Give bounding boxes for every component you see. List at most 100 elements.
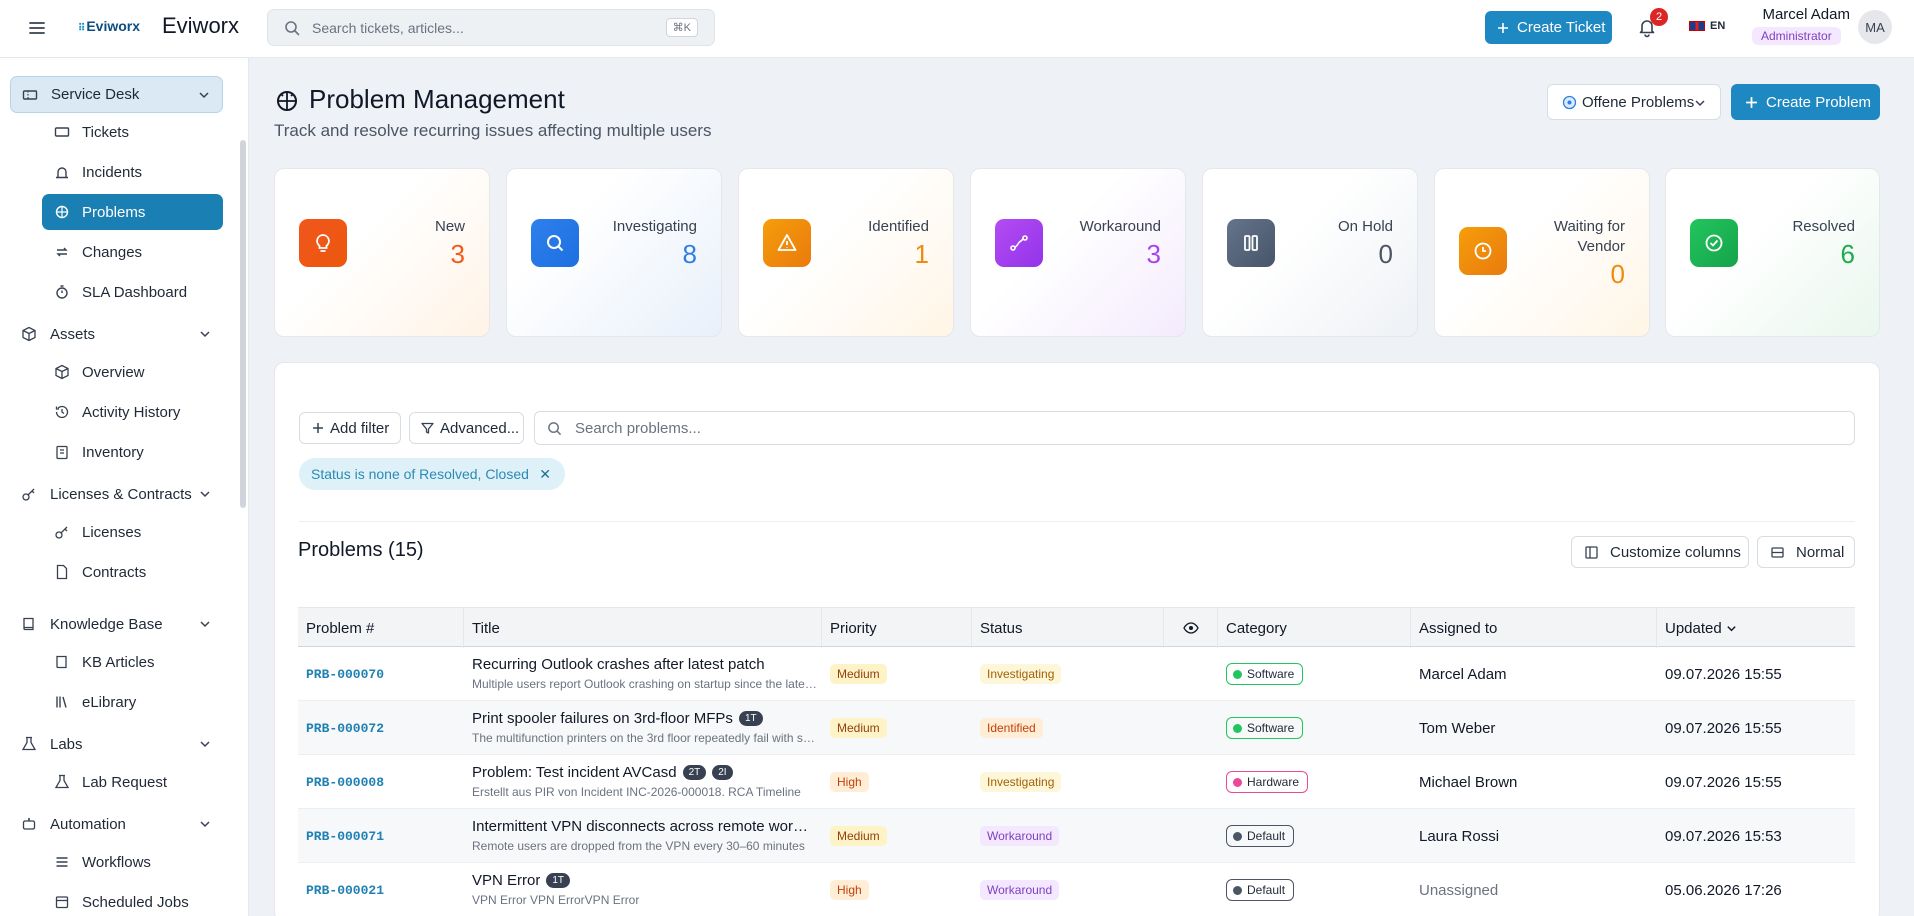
sidebar-section-assets[interactable]: Assets <box>10 316 223 353</box>
table-row[interactable]: PRB-000072 Print spooler failures on 3rd-… <box>298 701 1855 755</box>
document-icon <box>54 564 70 580</box>
sidebar-item-problems[interactable]: Problems <box>42 194 223 230</box>
table-row[interactable]: PRB-000070 Recurring Outlook crashes afte… <box>298 647 1855 701</box>
sidebar-item-kb-articles[interactable]: KB Articles <box>42 644 223 680</box>
sidebar-section-licenses-contracts[interactable]: Licenses & Contracts <box>10 476 223 513</box>
chevron-down-icon <box>1694 97 1706 109</box>
problem-title[interactable]: Recurring Outlook crashes after latest p… <box>472 656 765 673</box>
problem-number-link[interactable]: PRB-000021 <box>306 883 384 898</box>
stat-card-investigating[interactable]: Investigating 8 <box>506 168 722 337</box>
sidebar-item-activity-history[interactable]: Activity History <box>42 394 223 430</box>
problem-number-link[interactable]: PRB-000071 <box>306 829 384 844</box>
active-filter-chip[interactable]: Status is none of Resolved, Closed ✕ <box>299 458 565 490</box>
stat-card-new[interactable]: New 3 <box>274 168 490 337</box>
brand-logo[interactable]: ⠿ Eviworx <box>78 18 140 34</box>
ticket-icon <box>22 87 38 103</box>
column-header-number[interactable]: Problem # <box>298 608 464 648</box>
bot-icon <box>21 816 37 832</box>
sidebar-item-lab-request[interactable]: Lab Request <box>42 764 223 800</box>
sidebar-section-service-desk[interactable]: Service Desk <box>10 76 223 113</box>
assignee: Marcel Adam <box>1419 665 1507 683</box>
view-dropdown[interactable]: Offene Problems <box>1547 84 1721 120</box>
column-header-watch[interactable] <box>1164 608 1218 648</box>
sidebar-item-elibrary[interactable]: eLibrary <box>42 684 223 720</box>
avatar[interactable]: MA <box>1858 10 1892 44</box>
problem-number-link[interactable]: PRB-000008 <box>306 775 384 790</box>
sidebar-item-scheduled-jobs[interactable]: Scheduled Jobs <box>42 884 223 916</box>
search-icon <box>547 421 562 436</box>
customize-columns-button[interactable]: Customize columns <box>1571 536 1749 568</box>
sidebar-item-inventory[interactable]: Inventory <box>42 434 223 470</box>
chevron-down-icon <box>199 818 211 830</box>
warning-icon <box>763 219 811 267</box>
problem-title[interactable]: Print spooler failures on 3rd-floor MFPs… <box>472 710 763 727</box>
history-icon <box>54 404 70 420</box>
assignee: Michael Brown <box>1419 773 1518 791</box>
column-header-category[interactable]: Category <box>1218 608 1411 648</box>
problem-title[interactable]: Problem: Test incident AVCasd 2T 2I <box>472 764 733 781</box>
sidebar-item-workflows[interactable]: Workflows <box>42 844 223 880</box>
sidebar-section-labs[interactable]: Labs <box>10 726 223 763</box>
flask-icon <box>54 774 70 790</box>
updated-timestamp: 09.07.2026 15:53 <box>1665 827 1782 845</box>
status-badge: Workaround <box>980 826 1060 846</box>
stat-card-identified[interactable]: Identified 1 <box>738 168 954 337</box>
global-search[interactable]: Search tickets, articles... ⌘K <box>267 9 715 46</box>
search-icon <box>531 219 579 267</box>
create-problem-button[interactable]: Create Problem <box>1731 84 1880 120</box>
columns-icon <box>1585 545 1598 559</box>
stat-card-on-hold[interactable]: On Hold 0 <box>1202 168 1418 337</box>
sidebar-section-knowledge-base[interactable]: Knowledge Base <box>10 606 223 643</box>
stat-card-resolved[interactable]: Resolved 6 <box>1665 168 1880 337</box>
density-button[interactable]: Normal <box>1757 536 1855 568</box>
ticket-icon <box>54 124 70 140</box>
sidebar-item-licenses[interactable]: Licenses <box>42 514 223 550</box>
column-header-priority[interactable]: Priority <box>822 608 972 648</box>
table-row[interactable]: PRB-000071 Intermittent VPN disconnects a… <box>298 809 1855 863</box>
stat-card-workaround[interactable]: Workaround 3 <box>970 168 1186 337</box>
table-row[interactable]: PRB-000008 Problem: Test incident AVCasd 2… <box>298 755 1855 809</box>
sidebar-item-contracts[interactable]: Contracts <box>42 554 223 590</box>
stat-card-waiting-for-vendor[interactable]: Waiting for Vendor 0 <box>1434 168 1650 337</box>
table-row[interactable]: PRB-000021 VPN Error 1T VPN Error VPN Error… <box>298 863 1855 916</box>
column-header-assigned[interactable]: Assigned to <box>1411 608 1657 648</box>
chevron-down-icon <box>1726 623 1737 634</box>
language-switcher[interactable]: EN <box>1689 20 1725 32</box>
problem-number-link[interactable]: PRB-000070 <box>306 667 384 682</box>
sidebar-section-automation[interactable]: Automation <box>10 806 223 843</box>
advanced-filter-button[interactable]: Advanced... <box>409 412 524 444</box>
bug-icon <box>54 204 70 220</box>
problem-title[interactable]: VPN Error 1T <box>472 872 571 889</box>
lightbulb-icon <box>299 219 347 267</box>
flask-icon <box>21 736 37 752</box>
library-icon <box>54 694 70 710</box>
column-header-title[interactable]: Title <box>464 608 822 648</box>
user-name: Marcel Adam <box>1762 6 1850 23</box>
calendar-icon <box>54 894 70 910</box>
sidebar-item-incidents[interactable]: Incidents <box>42 154 223 190</box>
problem-number-link[interactable]: PRB-000072 <box>306 721 384 736</box>
sidebar-item-tickets[interactable]: Tickets <box>42 114 223 150</box>
problem-description: The multifunction printers on the 3rd fl… <box>472 731 817 745</box>
plus-icon <box>1497 22 1509 34</box>
column-header-updated[interactable]: Updated <box>1657 608 1855 648</box>
category-dot-icon <box>1233 885 1242 895</box>
link-count-badge: 2T <box>682 765 707 780</box>
priority-badge: High <box>830 880 869 900</box>
sidebar-item-overview[interactable]: Overview <box>42 354 223 390</box>
timer-icon <box>54 284 70 300</box>
status-badge: Investigating <box>980 772 1062 792</box>
sidebar-item-changes[interactable]: Changes <box>42 234 223 270</box>
problem-title[interactable]: Intermittent VPN disconnects across remo… <box>472 818 812 835</box>
uk-flag-icon <box>1689 21 1705 31</box>
create-ticket-button[interactable]: Create Ticket <box>1485 11 1612 44</box>
menu-icon[interactable] <box>26 17 48 39</box>
add-filter-button[interactable]: Add filter <box>299 412 401 444</box>
column-header-status[interactable]: Status <box>972 608 1164 648</box>
problems-search-input[interactable]: Search problems... <box>534 411 1855 445</box>
sidebar-scrollbar[interactable] <box>240 140 246 508</box>
sidebar-item-sla-dashboard[interactable]: SLA Dashboard <box>42 274 223 310</box>
priority-badge: Medium <box>830 718 887 738</box>
close-icon[interactable]: ✕ <box>539 466 551 483</box>
category-badge: Hardware <box>1226 771 1309 793</box>
